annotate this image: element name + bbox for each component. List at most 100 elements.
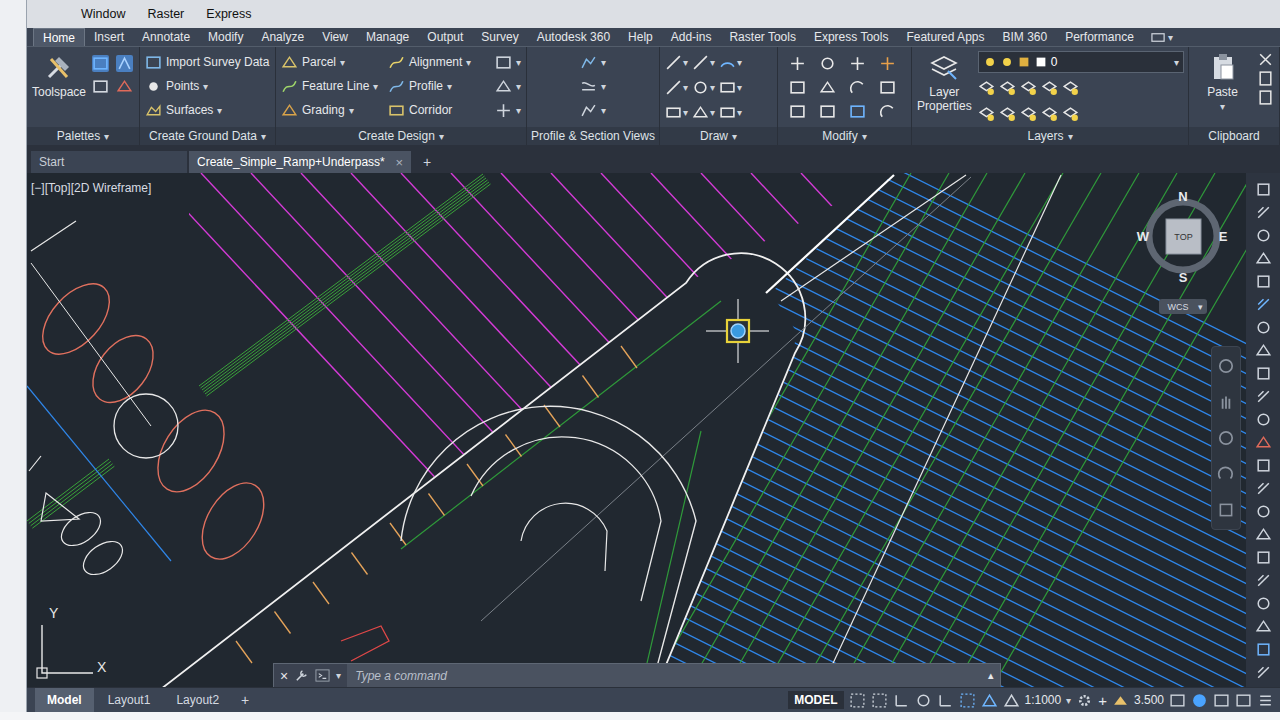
modify-tool-icon[interactable] [849, 79, 866, 96]
palette-tool-icon[interactable] [92, 55, 109, 72]
ribbon-tab[interactable]: Analyze [252, 28, 313, 46]
draw-tool[interactable]: ▾ [719, 54, 742, 71]
tool-palette-icon[interactable] [1255, 365, 1272, 382]
command-prompt-icon[interactable] [315, 668, 330, 683]
tool-palette-icon[interactable] [1255, 227, 1272, 244]
tool-palette-icon[interactable] [1255, 388, 1272, 405]
ribbon-tab[interactable]: Autodesk 360 [528, 28, 619, 46]
layer-state-icon[interactable] [1000, 55, 1014, 69]
tool-palette-icon[interactable] [1255, 434, 1272, 451]
compass-west[interactable]: W [1137, 229, 1150, 244]
viewcube[interactable]: TOPNSEWWCS▾ [1137, 189, 1228, 314]
modify-tool-icon[interactable] [849, 103, 866, 120]
panel-title[interactable]: Modify▾ [778, 127, 911, 145]
layer-state-icon[interactable] [983, 55, 997, 69]
ucs-menu[interactable] [1159, 299, 1207, 314]
draw-tool[interactable]: ▾ [692, 54, 715, 71]
ribbon-tab[interactable]: Insert [85, 28, 133, 46]
tool-palette-icon[interactable] [1255, 342, 1272, 359]
ribbon-tab[interactable]: BIM 360 [993, 28, 1056, 46]
new-layout-button[interactable]: + [233, 688, 257, 712]
drafting-toggle-icon[interactable] [849, 692, 866, 709]
viewcube-face[interactable] [1166, 219, 1201, 254]
layout-tab[interactable]: Layout2 [164, 688, 231, 712]
tool-palette-icon[interactable] [1255, 572, 1272, 589]
layer-tool-icon[interactable] [1062, 105, 1079, 122]
ribbon-tab[interactable]: Manage [357, 28, 418, 46]
tool-palette-icon[interactable] [1255, 526, 1272, 543]
ribbon-tab[interactable]: Performance [1056, 28, 1143, 46]
ribbon-command[interactable]: Feature Line▾ [281, 75, 382, 97]
ribbon-toggle[interactable]: ▾ [1143, 28, 1181, 46]
navigation-icon[interactable] [1217, 465, 1235, 483]
clipboard-tool-icon[interactable] [1257, 70, 1274, 87]
layer-tool-icon[interactable] [978, 105, 995, 122]
drawing-canvas[interactable]: TOPNSEWWCS▾YX[−][Top][2D Wireframe]×▾▴ [27, 173, 1246, 687]
annotation-value[interactable]: 3.500 [1134, 693, 1164, 707]
navigation-icon[interactable] [1217, 501, 1235, 519]
draw-tool[interactable]: ▾ [719, 104, 742, 121]
ribbon-command[interactable]: Alignment▾ [388, 51, 489, 73]
tool-palette-icon[interactable] [1255, 181, 1272, 198]
layer-dropdown[interactable]: 0▾ [978, 51, 1184, 73]
status-tool-icon[interactable] [1191, 692, 1208, 709]
modify-tool-icon[interactable] [789, 79, 806, 96]
close-tab-button[interactable]: × [395, 155, 403, 170]
menu-item[interactable]: Window [81, 5, 125, 23]
tool-palette-icon[interactable] [1255, 480, 1272, 497]
palette-tool-icon[interactable] [116, 78, 133, 95]
ribbon-command[interactable]: Surfaces▾ [145, 99, 222, 121]
draw-tool[interactable]: ▾ [719, 79, 742, 96]
modify-tool-icon[interactable] [849, 55, 866, 72]
navigation-icon[interactable] [1217, 357, 1235, 375]
ribbon-tab[interactable]: View [313, 28, 357, 46]
tool-palette-icon[interactable] [1255, 457, 1272, 474]
wrench-icon[interactable] [294, 668, 309, 683]
layer-tool-icon[interactable] [1020, 79, 1037, 96]
command-input[interactable] [347, 665, 982, 686]
layout-tab[interactable]: Model [35, 688, 94, 712]
panel-title[interactable]: Draw▾ [660, 127, 777, 145]
layer-properties-button[interactable]: Layer Properties [917, 51, 972, 113]
panel-title[interactable]: Profile & Section Views [527, 127, 659, 145]
draw-tool[interactable]: ▾ [692, 79, 715, 96]
view-tool[interactable]: ▾ [580, 99, 606, 121]
status-tool-icon[interactable] [1235, 692, 1252, 709]
palette-tool-icon[interactable] [92, 78, 109, 95]
paste-button[interactable]: Paste▾ [1194, 51, 1251, 112]
ribbon-tab[interactable]: Raster Tools [720, 28, 804, 46]
ucs-caret[interactable]: ▾ [1198, 302, 1203, 312]
menu-item[interactable]: Raster [147, 5, 184, 23]
command-history-button[interactable]: ▴ [982, 669, 1000, 682]
ribbon-command[interactable]: Corridor [388, 99, 489, 121]
panel-title[interactable]: Create Design▾ [276, 127, 526, 145]
ribbon-tab[interactable]: Annotate [133, 28, 199, 46]
tool-palette-icon[interactable] [1255, 503, 1272, 520]
gear-icon[interactable] [1076, 692, 1093, 709]
ucs-label[interactable]: WCS [1168, 302, 1189, 312]
menu-item[interactable]: Express [206, 5, 251, 23]
layer-state-icon[interactable] [1034, 55, 1048, 69]
drafting-toggle-icon[interactable] [871, 692, 888, 709]
drafting-toggle-icon[interactable] [893, 692, 910, 709]
tool-palette-icon[interactable] [1255, 549, 1272, 566]
draw-tool[interactable]: ▾ [692, 104, 715, 121]
modify-tool-icon[interactable] [879, 55, 896, 72]
modify-tool-icon[interactable] [789, 55, 806, 72]
ribbon-command[interactable]: Points▾ [145, 75, 208, 97]
new-tab-button[interactable]: + [413, 151, 441, 173]
draw-tool[interactable]: ▾ [665, 104, 688, 121]
file-tab[interactable]: Start [31, 151, 187, 173]
draw-tool[interactable]: ▾ [665, 79, 688, 96]
tool-palette-icon[interactable] [1255, 411, 1272, 428]
tool-palette-icon[interactable] [1255, 319, 1272, 336]
ribbon-tab[interactable]: Featured Apps [897, 28, 993, 46]
design-tool[interactable]: ▾ [495, 99, 521, 121]
status-tool-icon[interactable] [1169, 692, 1186, 709]
ribbon-tab[interactable]: Home [33, 28, 85, 46]
cad-drawing[interactable]: TOPNSEWWCS▾YX [27, 173, 1246, 687]
modify-tool-icon[interactable] [819, 79, 836, 96]
layout-tab[interactable]: Layout1 [96, 688, 163, 712]
ribbon-tab[interactable]: Modify [199, 28, 252, 46]
view-tool[interactable]: ▾ [580, 51, 606, 73]
